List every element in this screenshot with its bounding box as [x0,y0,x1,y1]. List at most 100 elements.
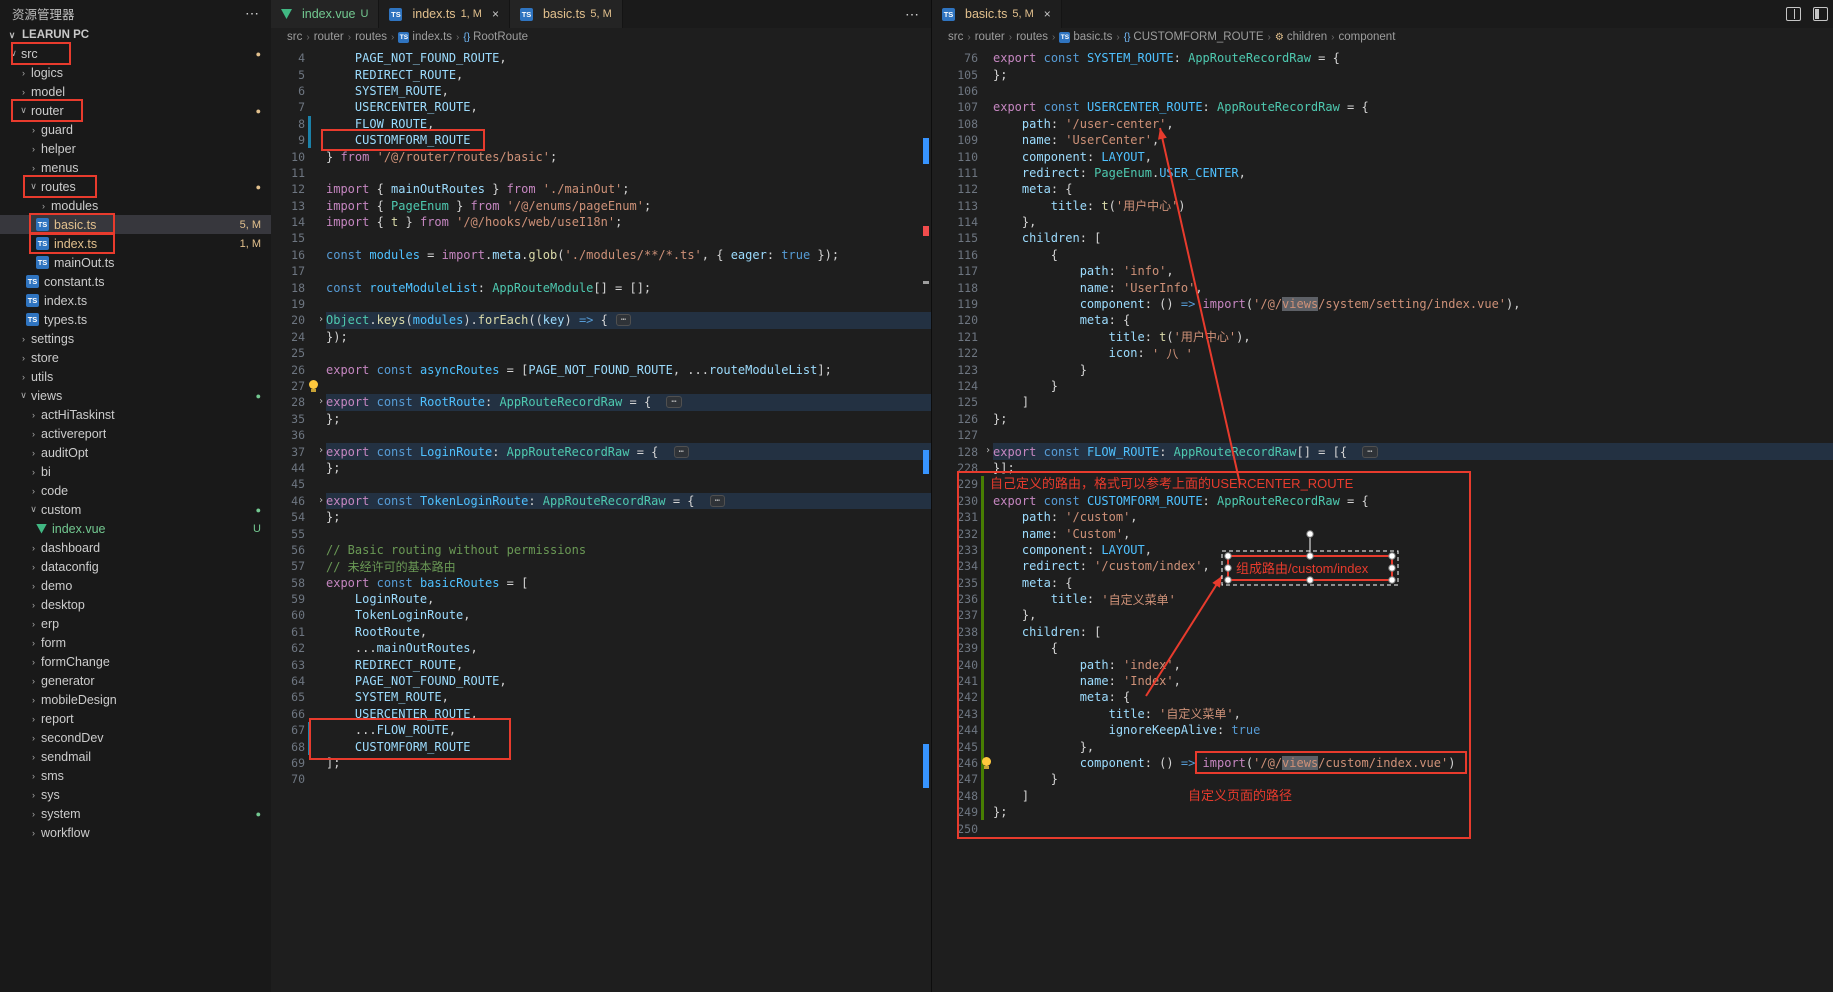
tree-item-index-vue[interactable]: index.vueU [0,519,271,538]
breadcrumb-item-router[interactable]: router [975,31,1005,43]
code-line-18[interactable]: 18const routeModuleList: AppRouteModule[… [271,279,931,295]
code-line-241[interactable]: 241 name: 'Index', [932,673,1833,689]
tree-item-constant-ts[interactable]: TSconstant.ts [0,272,271,291]
breadcrumb-item-src[interactable]: src [287,31,302,43]
code-line-66[interactable]: 66 USERCENTER_ROUTE, [271,706,931,722]
code-line-237[interactable]: 237 }, [932,607,1833,623]
breadcrumb-item-routes[interactable]: routes [1016,31,1048,43]
tree-item-formchange[interactable]: ›formChange [0,652,271,671]
breadcrumb-item-component[interactable]: component [1338,31,1395,43]
code-line-65[interactable]: 65 SYSTEM_ROUTE, [271,689,931,705]
code-line-125[interactable]: 125 ] [932,394,1833,410]
tree-item-router[interactable]: ∨router● [0,101,271,120]
breadcrumb-item-index-ts[interactable]: TSindex.ts [398,31,452,43]
tree-item-settings[interactable]: ›settings [0,329,271,348]
code-line-233[interactable]: 233 component: LAYOUT, [932,542,1833,558]
code-line-236[interactable]: 236 title: '自定义菜单' [932,591,1833,607]
code-line-11[interactable]: 11 [271,165,931,181]
code-line-57[interactable]: 57// 未经许可的基本路由 [271,558,931,574]
tree-item-bi[interactable]: ›bi [0,462,271,481]
tree-item-index-ts[interactable]: TSindex.ts [0,291,271,310]
code-line-115[interactable]: 115 children: [ [932,230,1833,246]
tree-item-erp[interactable]: ›erp [0,614,271,633]
code-line-239[interactable]: 239 { [932,640,1833,656]
tab-index-vue[interactable]: index.vueU [271,0,379,28]
tree-item-helper[interactable]: ›helper [0,139,271,158]
breadcrumb-item-routes[interactable]: routes [355,31,387,43]
code-line-243[interactable]: 243 title: '自定义菜单', [932,706,1833,722]
editor-layout-icon[interactable] [1813,7,1828,21]
tree-item-system[interactable]: ›system● [0,804,271,823]
code-line-228[interactable]: 228}]; [932,460,1833,476]
code-line-27[interactable]: 27 [271,378,931,394]
code-line-248[interactable]: 248 ] [932,788,1833,804]
fold-chevron-icon[interactable]: › [318,445,324,456]
code-line-230[interactable]: 230export const CUSTOMFORM_ROUTE: AppRou… [932,493,1833,509]
code-line-12[interactable]: 12import { mainOutRoutes } from './mainO… [271,181,931,197]
code-line-114[interactable]: 114 }, [932,214,1833,230]
code-line-44[interactable]: 44}; [271,460,931,476]
tree-item-dataconfig[interactable]: ›dataconfig [0,557,271,576]
code-line-9[interactable]: 9 CUSTOMFORM_ROUTE [271,132,931,148]
code-line-124[interactable]: 124 } [932,378,1833,394]
code-line-122[interactable]: 122 icon: ' 八 ' [932,345,1833,361]
code-line-120[interactable]: 120 meta: { [932,312,1833,328]
tree-item-workflow[interactable]: ›workflow [0,823,271,842]
code-line-126[interactable]: 126}; [932,411,1833,427]
tree-item-seconddev[interactable]: ›secondDev [0,728,271,747]
code-line-56[interactable]: 56// Basic routing without permissions [271,542,931,558]
code-line-13[interactable]: 13import { PageEnum } from '/@/enums/pag… [271,198,931,214]
code-line-118[interactable]: 118 name: 'UserInfo', [932,279,1833,295]
tree-item-desktop[interactable]: ›desktop [0,595,271,614]
fold-chevron-icon[interactable]: › [318,314,324,325]
folded-code-ellipsis[interactable]: ⋯ [1362,446,1377,458]
breadcrumb-item-customform-route[interactable]: {}CUSTOMFORM_ROUTE [1124,31,1264,43]
tree-item-routes[interactable]: ∨routes● [0,177,271,196]
code-line-63[interactable]: 63 REDIRECT_ROUTE, [271,656,931,672]
tree-item-store[interactable]: ›store [0,348,271,367]
code-line-111[interactable]: 111 redirect: PageEnum.USER_CENTER, [932,165,1833,181]
code-line-232[interactable]: 232 name: 'Custom', [932,525,1833,541]
code-line-4[interactable]: 4 PAGE_NOT_FOUND_ROUTE, [271,50,931,66]
code-editor-basic-ts[interactable]: 76export const SYSTEM_ROUTE: AppRouteRec… [932,46,1833,992]
tree-item-custom[interactable]: ∨custom● [0,500,271,519]
code-line-247[interactable]: 247 } [932,771,1833,787]
tree-item-modules[interactable]: ›modules [0,196,271,215]
folded-code-ellipsis[interactable]: ⋯ [666,396,681,408]
tree-item-auditopt[interactable]: ›auditOpt [0,443,271,462]
code-line-105[interactable]: 105}; [932,66,1833,82]
code-line-68[interactable]: 68 CUSTOMFORM_ROUTE [271,738,931,754]
code-line-238[interactable]: 238 children: [ [932,624,1833,640]
code-line-45[interactable]: 45 [271,476,931,492]
code-line-61[interactable]: 61 RootRoute, [271,624,931,640]
tree-item-acthitaskinst[interactable]: ›actHiTaskinst [0,405,271,424]
code-line-62[interactable]: 62 ...mainOutRoutes, [271,640,931,656]
tree-item-model[interactable]: ›model [0,82,271,101]
tree-item-report[interactable]: ›report [0,709,271,728]
tree-item-activereport[interactable]: ›activereport [0,424,271,443]
code-editor-index-ts[interactable]: 4 PAGE_NOT_FOUND_ROUTE,5 REDIRECT_ROUTE,… [271,46,931,992]
breadcrumb-item-src[interactable]: src [948,31,963,43]
tree-item-mobiledesign[interactable]: ›mobileDesign [0,690,271,709]
tab-index-ts[interactable]: TSindex.ts1, M× [379,0,510,28]
code-line-117[interactable]: 117 path: 'info', [932,263,1833,279]
code-line-14[interactable]: 14import { t } from '/@/hooks/web/useI18… [271,214,931,230]
code-line-128[interactable]: 128›export const FLOW_ROUTE: AppRouteRec… [932,443,1833,459]
code-line-240[interactable]: 240 path: 'index', [932,656,1833,672]
overview-ruler[interactable] [923,30,929,992]
code-line-249[interactable]: 249}; [932,804,1833,820]
tree-item-types-ts[interactable]: TStypes.ts [0,310,271,329]
tree-item-sendmail[interactable]: ›sendmail [0,747,271,766]
tab-basic-ts[interactable]: TSbasic.ts5, M× [932,0,1062,28]
code-line-119[interactable]: 119 component: () => import('/@/views/sy… [932,296,1833,312]
code-line-121[interactable]: 121 title: t('用户中心'), [932,329,1833,345]
breadcrumb-item-basic-ts[interactable]: TSbasic.ts [1059,31,1112,43]
workspace-section-header[interactable]: ∨ LEARUN PC [0,26,271,44]
tree-item-src[interactable]: ∨src● [0,44,271,63]
split-editor-icon[interactable] [1786,7,1801,21]
tree-item-logics[interactable]: ›logics [0,63,271,82]
code-line-127[interactable]: 127 [932,427,1833,443]
code-line-116[interactable]: 116 { [932,247,1833,263]
tree-item-demo[interactable]: ›demo [0,576,271,595]
close-icon[interactable]: × [1044,7,1051,21]
